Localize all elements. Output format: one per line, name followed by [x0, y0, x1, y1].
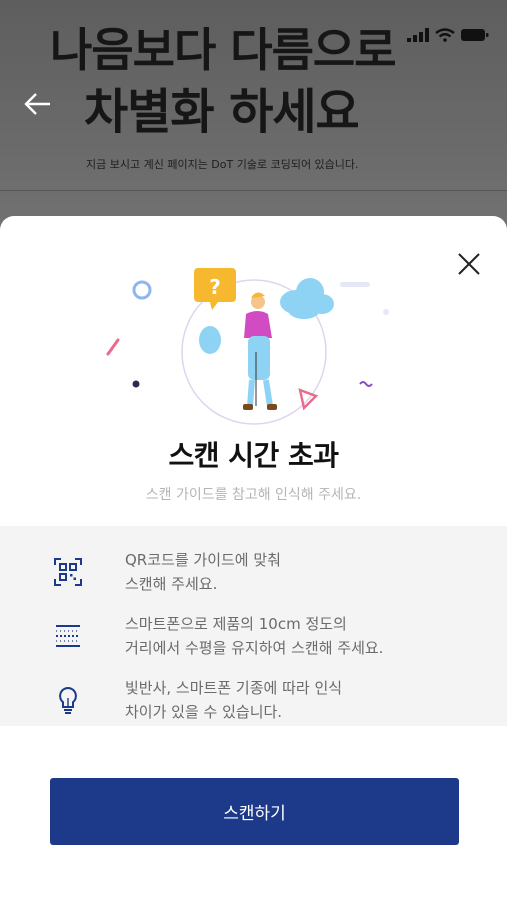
scan-timeout-sheet: ? 스캔 시간 초과 스캔 가이드를 참고해 인식해 주세요. QR코드를 가이… — [0, 216, 507, 900]
modal-title: 스캔 시간 초과 — [168, 439, 339, 472]
back-button[interactable] — [22, 88, 54, 120]
battery-icon — [461, 29, 489, 41]
guide-text-line: 빛반사, 스마트폰 기종에 따라 인식 — [125, 679, 343, 697]
distance-icon — [56, 625, 80, 647]
scan-button[interactable]: 스캔하기 — [50, 778, 459, 845]
close-button[interactable] — [455, 250, 483, 278]
guide-text-line: 스마트폰으로 제품의 10cm 정도의 — [125, 615, 347, 633]
guide-text-qr: QR코드를 가이드에 맞춰 스캔해 주세요. — [125, 548, 281, 596]
modal-subtitle: 스캔 가이드를 참고해 인식해 주세요. — [145, 487, 362, 503]
background-headline-2: 차별화 하세요 — [84, 84, 360, 140]
guide-item-light: 빛반사, 스마트폰 기종에 따라 인식 차이가 있을 수 있습니다. — [0, 676, 507, 728]
status-bar — [407, 28, 489, 42]
guide-text-distance: 스마트폰으로 제품의 10cm 정도의 거리에서 수평을 유지하여 스캔해 주세… — [125, 612, 383, 660]
guide-text-light: 빛반사, 스마트폰 기종에 따라 인식 차이가 있을 수 있습니다. — [125, 676, 342, 724]
guide-text-line: QR코드를 가이드에 맞춰 — [125, 551, 281, 569]
guide-text-line: 차이가 있을 수 있습니다. — [125, 703, 283, 721]
guide-item-qr: QR코드를 가이드에 맞춰 스캔해 주세요. — [0, 548, 507, 600]
guide-text-line: 거리에서 수평을 유지하여 스캔해 주세요. — [125, 639, 384, 657]
timeout-illustration: ? — [106, 268, 389, 425]
scan-guide-list: QR코드를 가이드에 맞춰 스캔해 주세요. 스마트폰으로 제품의 10cm 정… — [0, 526, 507, 726]
qr-scan-icon — [54, 558, 82, 586]
wifi-icon — [435, 28, 455, 42]
signal-icon — [407, 28, 429, 42]
arrow-left-icon — [24, 93, 50, 115]
guide-item-distance: 스마트폰으로 제품의 10cm 정도의 거리에서 수평을 유지하여 스캔해 주세… — [0, 612, 507, 664]
svg-text:?: ? — [209, 275, 221, 299]
background-divider — [0, 190, 507, 191]
guide-text-line: 스캔해 주세요. — [125, 575, 218, 593]
background-headline: 나음보다 다름으로 — [50, 23, 397, 77]
background-caption: 지금 보시고 계신 페이지는 DoT 기술로 코딩되어 있습니다. — [86, 158, 359, 171]
lightbulb-icon — [59, 686, 77, 714]
close-icon — [458, 253, 480, 275]
